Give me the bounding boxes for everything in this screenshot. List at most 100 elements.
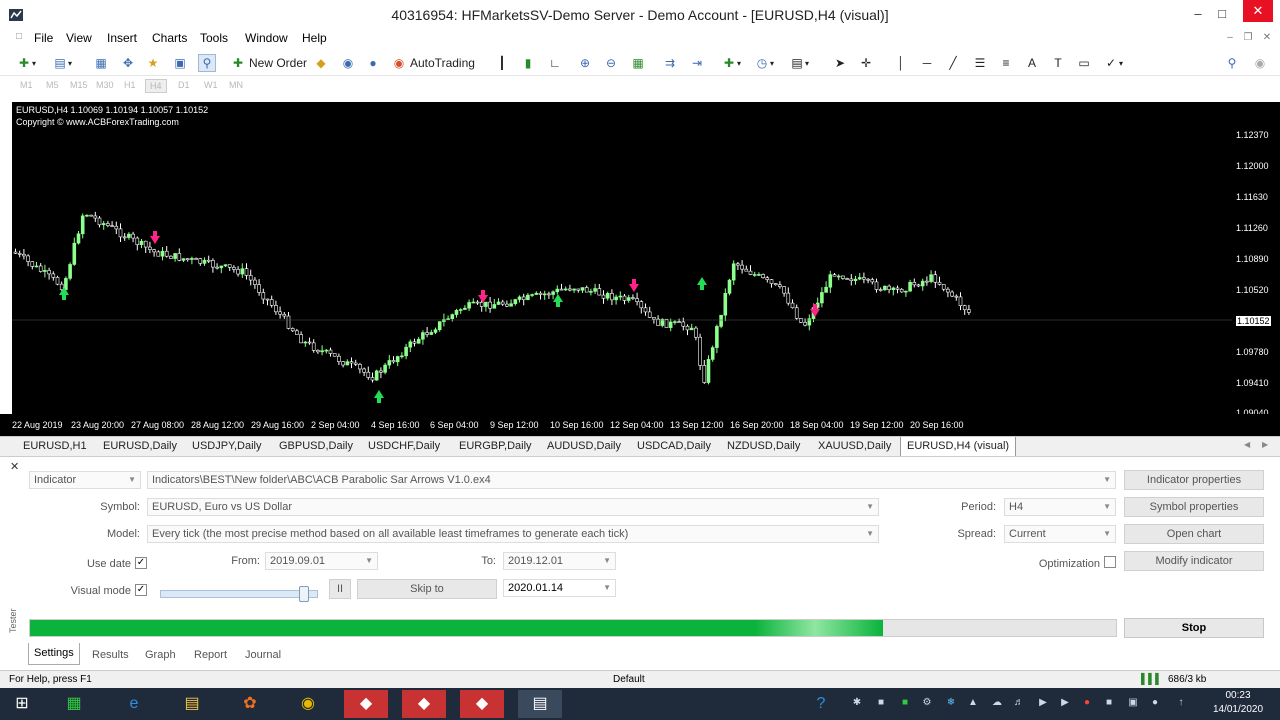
- visual-speed-slider[interactable]: [160, 586, 318, 602]
- tf-m1[interactable]: M1: [20, 80, 33, 90]
- chart-tab[interactable]: USDCAD,Daily: [637, 440, 711, 452]
- tf-d1[interactable]: D1: [178, 80, 190, 90]
- new-chart-icon[interactable]: ✚ ▾: [16, 54, 36, 72]
- tf-h4[interactable]: H4: [145, 79, 167, 93]
- strategy-tester-icon[interactable]: ⚲: [198, 54, 216, 72]
- line-chart-icon[interactable]: ∟: [547, 54, 563, 72]
- from-date-picker[interactable]: 2019.09.01 ▼: [265, 552, 378, 570]
- tray-icon[interactable]: ❄: [944, 697, 958, 711]
- chart-tab[interactable]: AUDUSD,Daily: [547, 440, 621, 452]
- autoscroll-icon[interactable]: ⇥: [689, 54, 705, 72]
- tray-icon[interactable]: ▲: [966, 697, 980, 711]
- tf-m5[interactable]: M5: [46, 80, 59, 90]
- type-select[interactable]: Indicator ▼: [29, 471, 141, 489]
- chat-icon[interactable]: ◉: [1252, 54, 1268, 72]
- zoom-in-icon[interactable]: ⊕: [577, 54, 593, 72]
- bar-chart-icon[interactable]: ┃: [494, 54, 510, 72]
- tabs-scroll-left-icon[interactable]: ◀: [1244, 440, 1250, 449]
- signals-icon[interactable]: ◉: [340, 54, 356, 72]
- chart-tab[interactable]: NZDUSD,Daily: [727, 440, 800, 452]
- tray-icon[interactable]: ▣: [1126, 697, 1140, 711]
- chart-tab[interactable]: EURUSD,H1: [23, 440, 87, 452]
- visual-mode-checkbox[interactable]: ✓: [135, 584, 147, 596]
- tray-icon[interactable]: ■: [898, 697, 912, 711]
- modify-indicator-button[interactable]: Modify indicator: [1124, 551, 1264, 571]
- chart-tab[interactable]: EURGBP,Daily: [459, 440, 532, 452]
- new-order-button[interactable]: ✚ New Order: [230, 54, 307, 72]
- market-icon[interactable]: ●: [365, 54, 381, 72]
- tab-graph[interactable]: Graph: [145, 649, 176, 661]
- trading-app-icon[interactable]: ◆: [344, 690, 388, 718]
- market-watch-icon[interactable]: ▦: [93, 54, 109, 72]
- start-windows-icon[interactable]: ⊞: [0, 690, 44, 718]
- close-window-button[interactable]: ✕: [1243, 0, 1273, 22]
- menu-file[interactable]: File: [34, 31, 53, 45]
- bluetooth-icon[interactable]: ✱: [850, 697, 864, 711]
- search-icon[interactable]: ⚲: [1224, 54, 1240, 72]
- navigator-icon[interactable]: ★: [145, 54, 161, 72]
- periods-icon[interactable]: ◷ ▾: [754, 54, 774, 72]
- menu-charts[interactable]: Charts: [152, 31, 187, 45]
- menu-tools[interactable]: Tools: [200, 31, 228, 45]
- tray-icon[interactable]: ●: [1080, 697, 1094, 711]
- fibonacci-icon[interactable]: ≡: [998, 54, 1014, 72]
- text-label-icon[interactable]: T: [1050, 54, 1066, 72]
- tray-icon[interactable]: ▶: [1058, 697, 1072, 711]
- optimization-checkbox[interactable]: [1104, 556, 1116, 568]
- app-icon[interactable]: ✿: [228, 690, 272, 718]
- cursor-icon[interactable]: ➤: [832, 54, 848, 72]
- skip-date-picker[interactable]: 2020.01.14 ▼: [503, 579, 616, 597]
- text-icon[interactable]: A: [1024, 54, 1040, 72]
- metaeditor-icon[interactable]: ◆: [313, 54, 329, 72]
- mdi-close-icon[interactable]: ✕: [1260, 32, 1274, 46]
- channel-icon[interactable]: ☰: [972, 54, 988, 72]
- menu-window[interactable]: Window: [245, 31, 288, 45]
- period-select[interactable]: H4 ▼: [1004, 498, 1116, 516]
- symbol-properties-button[interactable]: Symbol properties: [1124, 497, 1264, 517]
- indicator-path-select[interactable]: Indicators\BEST\New folder\ABC\ACB Parab…: [147, 471, 1116, 489]
- spread-select[interactable]: Current ▼: [1004, 525, 1116, 543]
- arrows-icon[interactable]: ▭: [1076, 54, 1092, 72]
- chart-tab[interactable]: USDCHF,Daily: [368, 440, 440, 452]
- tab-settings[interactable]: Settings: [28, 643, 80, 665]
- tab-report[interactable]: Report: [194, 649, 227, 661]
- candlestick-icon[interactable]: ▮: [520, 54, 536, 72]
- tf-m15[interactable]: M15: [70, 80, 88, 90]
- tray-icon[interactable]: ■: [1102, 697, 1116, 711]
- chart-tab[interactable]: GBPUSD,Daily: [279, 440, 353, 452]
- trading-app-icon[interactable]: ◆: [460, 690, 504, 718]
- chart-tab[interactable]: XAUUSD,Daily: [818, 440, 891, 452]
- open-chart-button[interactable]: Open chart: [1124, 524, 1264, 544]
- autotrading-button[interactable]: ◉ AutoTrading: [391, 54, 475, 72]
- vertical-line-icon[interactable]: │: [893, 54, 909, 72]
- tray-icon[interactable]: ■: [874, 697, 888, 711]
- horizontal-line-icon[interactable]: ─: [919, 54, 935, 72]
- indicators-icon[interactable]: ✚ ▾: [721, 54, 741, 72]
- trading-app-icon[interactable]: ◆: [402, 690, 446, 718]
- tab-results[interactable]: Results: [92, 649, 129, 661]
- profiles-icon[interactable]: ▤ ▾: [52, 54, 72, 72]
- chart-tab[interactable]: USDJPY,Daily: [192, 440, 262, 452]
- chrome-icon[interactable]: ◉: [286, 690, 330, 718]
- chart-tab-active[interactable]: EURUSD,H4 (visual): [900, 437, 1017, 457]
- trendline-icon[interactable]: ╱: [945, 54, 961, 72]
- model-select[interactable]: Every tick (the most precise method base…: [147, 525, 879, 543]
- tray-icon[interactable]: ▶: [1036, 697, 1050, 711]
- chart-shift-icon[interactable]: ⇉: [662, 54, 678, 72]
- file-explorer-icon[interactable]: ▤: [170, 690, 214, 718]
- data-window-icon[interactable]: ✥: [120, 54, 136, 72]
- tf-m30[interactable]: M30: [96, 80, 114, 90]
- skip-to-button[interactable]: Skip to: [357, 579, 497, 599]
- language-icon[interactable]: ↑: [1174, 697, 1188, 711]
- tile-windows-icon[interactable]: ▦: [630, 54, 646, 72]
- mt4-taskbar-icon[interactable]: ▤: [518, 690, 562, 718]
- help-tray-icon[interactable]: ?: [806, 690, 836, 718]
- symbol-select[interactable]: EURUSD, Euro vs US Dollar ▼: [147, 498, 879, 516]
- slider-thumb[interactable]: [298, 586, 309, 602]
- tf-w1[interactable]: W1: [204, 80, 218, 90]
- menu-view[interactable]: View: [66, 31, 92, 45]
- tray-icon[interactable]: ⚙: [920, 697, 934, 711]
- to-date-picker[interactable]: 2019.12.01 ▼: [503, 552, 616, 570]
- templates-icon[interactable]: ▤ ▾: [789, 54, 809, 72]
- price-chart[interactable]: EURUSD,H4 1.10069 1.10194 1.10057 1.1015…: [12, 102, 1232, 414]
